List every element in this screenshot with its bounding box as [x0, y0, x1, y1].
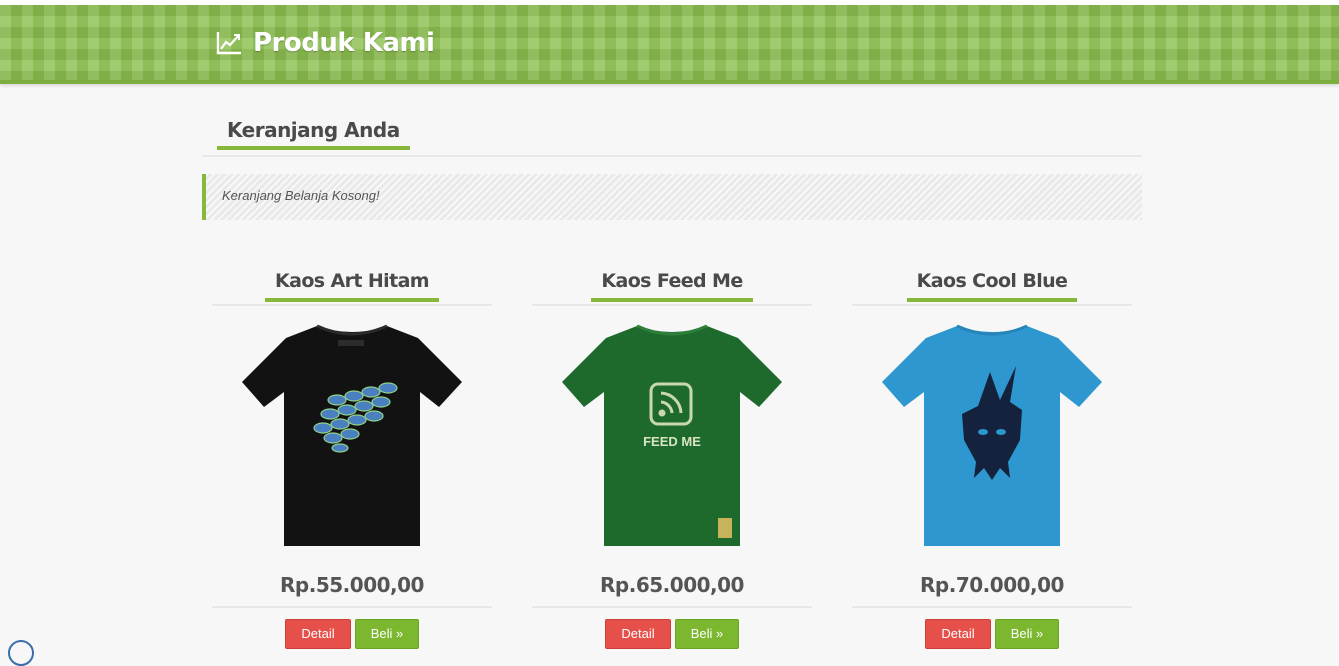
product-title[interactable]: Kaos Feed Me [591, 268, 753, 302]
product-title[interactable]: Kaos Art Hitam [264, 268, 439, 302]
product-price: Rp.70.000,00 [920, 573, 1064, 597]
buy-button[interactable]: Beli » [355, 619, 419, 649]
tshirt-green-image[interactable]: FEED ME [562, 322, 782, 552]
detail-button[interactable]: Detail [925, 619, 991, 649]
product-title-row: Kaos Feed Me [532, 262, 812, 306]
page-title: Produk Kami [253, 28, 435, 58]
product-card: Kaos Feed Me FEED ME Rp.65.000,00 Detail… [532, 262, 812, 649]
scroll-top-icon[interactable] [8, 640, 34, 666]
site-header: Produk Kami [0, 5, 1339, 84]
product-price: Rp.65.000,00 [600, 573, 744, 597]
feed-me-print: FEED ME [643, 434, 701, 449]
product-card: Kaos Art Hitam Rp.55.000,00 Detail Beli … [212, 262, 492, 649]
product-price-row: Rp.70.000,00 [852, 568, 1132, 608]
product-title-row: Kaos Art Hitam [212, 262, 492, 306]
detail-button[interactable]: Detail [605, 619, 671, 649]
cart-heading: Keranjang Anda [217, 118, 410, 150]
product-actions: Detail Beli » [212, 619, 492, 649]
product-actions: Detail Beli » [852, 619, 1132, 649]
cart-empty-notice: Keranjang Belanja Kosong! [202, 174, 1142, 220]
chart-line-icon [216, 32, 241, 55]
product-price: Rp.55.000,00 [280, 573, 424, 597]
detail-button[interactable]: Detail [285, 619, 351, 649]
product-price-row: Rp.65.000,00 [532, 568, 812, 608]
product-title[interactable]: Kaos Cool Blue [906, 268, 1078, 302]
product-title-row: Kaos Cool Blue [852, 262, 1132, 306]
buy-button[interactable]: Beli » [675, 619, 739, 649]
tshirt-blue-image[interactable] [882, 322, 1102, 552]
product-card: Kaos Cool Blue Rp.70.000,00 Detail Beli … [852, 262, 1132, 649]
cart-heading-row: Keranjang Anda [202, 112, 1142, 157]
product-price-row: Rp.55.000,00 [212, 568, 492, 608]
product-actions: Detail Beli » [532, 619, 812, 649]
buy-button[interactable]: Beli » [995, 619, 1059, 649]
brand[interactable]: Produk Kami [215, 27, 435, 59]
tshirt-black-image[interactable] [242, 322, 462, 552]
